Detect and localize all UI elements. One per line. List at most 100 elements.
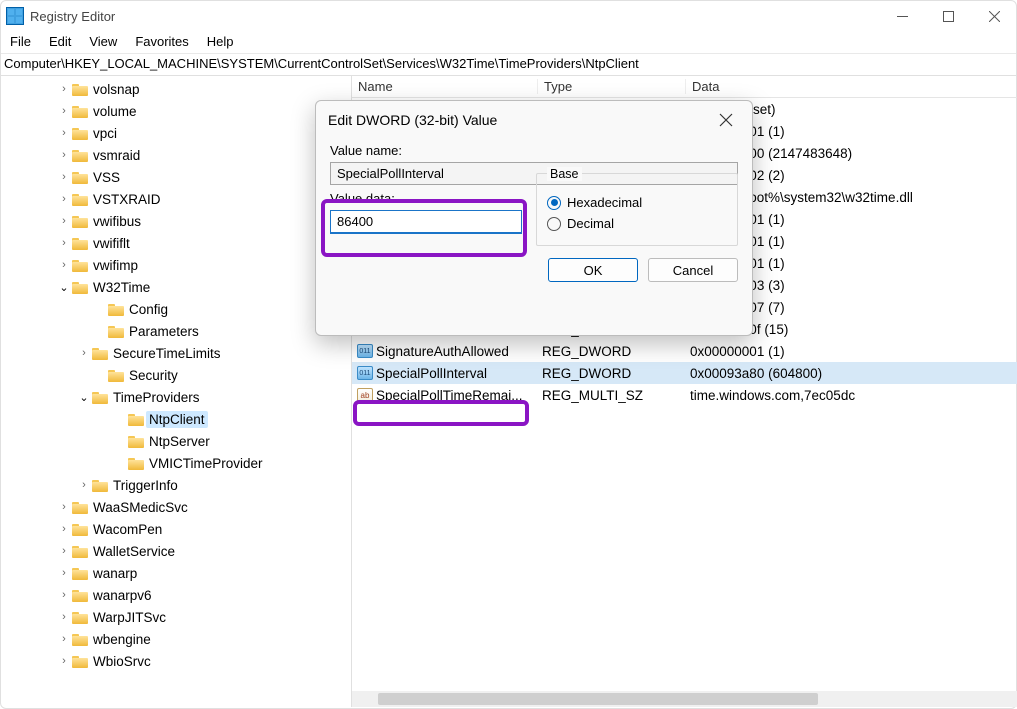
chevron-down-icon[interactable]: ⌄ xyxy=(56,281,72,294)
horizontal-scrollbar[interactable] xyxy=(352,691,1017,707)
tree-item-wacompen[interactable]: ›WacomPen xyxy=(0,518,351,540)
tree-item-security[interactable]: Security xyxy=(0,364,351,386)
folder-icon xyxy=(72,148,90,162)
folder-icon xyxy=(128,434,146,448)
column-header-data[interactable]: Data xyxy=(686,79,1017,94)
string-value-icon: ab xyxy=(356,387,374,403)
folder-icon xyxy=(72,214,90,228)
tree-item-vmictimeprovider[interactable]: VMICTimeProvider xyxy=(0,452,351,474)
dialog-close-button[interactable] xyxy=(712,109,740,131)
folder-icon xyxy=(72,170,90,184)
folder-icon xyxy=(72,522,90,536)
folder-icon xyxy=(72,544,90,558)
folder-icon xyxy=(108,368,126,382)
dword-value-icon: 011 xyxy=(356,365,374,381)
folder-icon xyxy=(72,258,90,272)
chevron-right-icon[interactable]: › xyxy=(56,633,72,645)
chevron-right-icon[interactable]: › xyxy=(56,105,72,117)
folder-icon xyxy=(72,280,90,294)
tree-panel[interactable]: ›volsnap ›volume ›vpci ›vsmraid ›VSS ›VS… xyxy=(0,76,352,707)
chevron-right-icon[interactable]: › xyxy=(56,171,72,183)
tree-item-wanarp[interactable]: ›wanarp xyxy=(0,562,351,584)
chevron-right-icon[interactable]: › xyxy=(76,347,92,359)
folder-icon xyxy=(72,632,90,646)
tree-item-wbengine[interactable]: ›wbengine xyxy=(0,628,351,650)
value-name-label: Value name: xyxy=(316,139,752,160)
radio-hexadecimal[interactable]: Hexadecimal xyxy=(547,195,727,210)
folder-icon xyxy=(72,500,90,514)
tree-item-volsnap[interactable]: ›volsnap xyxy=(0,78,351,100)
tree-item-w32time[interactable]: ⌄W32Time xyxy=(0,276,351,298)
chevron-right-icon[interactable]: › xyxy=(56,589,72,601)
tree-item-config[interactable]: Config xyxy=(0,298,351,320)
ok-button[interactable]: OK xyxy=(548,258,638,282)
list-header: Name Type Data xyxy=(352,76,1017,98)
list-item-specialpollinterval[interactable]: 011SpecialPollIntervalREG_DWORD0x00093a8… xyxy=(352,362,1017,384)
tree-item-vss[interactable]: ›VSS xyxy=(0,166,351,188)
chevron-right-icon[interactable]: › xyxy=(56,259,72,271)
radio-checked-icon xyxy=(547,196,561,210)
folder-icon xyxy=(108,324,126,338)
folder-icon xyxy=(72,566,90,580)
radio-decimal[interactable]: Decimal xyxy=(547,216,727,231)
tree-item-vstxraid[interactable]: ›VSTXRAID xyxy=(0,188,351,210)
tree-item-wanarpv6[interactable]: ›wanarpv6 xyxy=(0,584,351,606)
chevron-right-icon[interactable]: › xyxy=(56,215,72,227)
base-group: Base Hexadecimal Decimal xyxy=(536,173,738,246)
column-header-name[interactable]: Name xyxy=(352,79,538,94)
list-item[interactable]: abSpecialPollTimeRemai...REG_MULTI_SZtim… xyxy=(352,384,1017,406)
base-group-label: Base xyxy=(547,167,582,181)
tree-item-warpjitsvc[interactable]: ›WarpJITSvc xyxy=(0,606,351,628)
tree-item-wbiosrvc[interactable]: ›WbioSrvc xyxy=(0,650,351,672)
tree-item-volume[interactable]: ›volume xyxy=(0,100,351,122)
chevron-right-icon[interactable]: › xyxy=(56,611,72,623)
dword-value-icon: 011 xyxy=(356,343,374,359)
chevron-right-icon[interactable]: › xyxy=(56,237,72,249)
cancel-button[interactable]: Cancel xyxy=(648,258,738,282)
dialog-title: Edit DWORD (32-bit) Value xyxy=(328,112,497,128)
scrollbar-thumb[interactable] xyxy=(378,693,818,705)
folder-icon xyxy=(92,346,110,360)
folder-icon xyxy=(72,588,90,602)
folder-icon xyxy=(108,302,126,316)
folder-icon xyxy=(92,390,110,404)
chevron-right-icon[interactable]: › xyxy=(56,523,72,535)
folder-icon xyxy=(72,192,90,206)
tree-item-vsmraid[interactable]: ›vsmraid xyxy=(0,144,351,166)
chevron-right-icon[interactable]: › xyxy=(56,655,72,667)
tree-item-ntpclient[interactable]: NtpClient xyxy=(0,408,351,430)
chevron-right-icon[interactable]: › xyxy=(56,567,72,579)
chevron-right-icon[interactable]: › xyxy=(56,127,72,139)
folder-icon xyxy=(92,478,110,492)
column-header-type[interactable]: Type xyxy=(538,79,686,94)
folder-icon xyxy=(72,654,90,668)
folder-icon xyxy=(72,126,90,140)
tree-item-waasmedicsvc[interactable]: ›WaaSMedicSvc xyxy=(0,496,351,518)
folder-icon xyxy=(72,236,90,250)
chevron-down-icon[interactable]: ⌄ xyxy=(76,391,92,404)
radio-unchecked-icon xyxy=(547,217,561,231)
tree-item-vwifimp[interactable]: ›vwifimp xyxy=(0,254,351,276)
tree-item-ntpserver[interactable]: NtpServer xyxy=(0,430,351,452)
chevron-right-icon[interactable]: › xyxy=(56,149,72,161)
edit-dword-dialog: Edit DWORD (32-bit) Value Value name: Sp… xyxy=(315,100,753,336)
tree-item-vpci[interactable]: ›vpci xyxy=(0,122,351,144)
tree-item-vwififlt[interactable]: ›vwififlt xyxy=(0,232,351,254)
chevron-right-icon[interactable]: › xyxy=(56,193,72,205)
chevron-right-icon[interactable]: › xyxy=(56,545,72,557)
tree-item-triggerinfo[interactable]: ›TriggerInfo xyxy=(0,474,351,496)
chevron-right-icon[interactable]: › xyxy=(56,83,72,95)
folder-icon xyxy=(128,456,146,470)
list-item[interactable]: 011SignatureAuthAllowedREG_DWORD0x000000… xyxy=(352,340,1017,362)
tree-item-vwifibus[interactable]: ›vwifibus xyxy=(0,210,351,232)
tree-item-securetimelimits[interactable]: ›SecureTimeLimits xyxy=(0,342,351,364)
tree-item-walletservice[interactable]: ›WalletService xyxy=(0,540,351,562)
value-data-label: Value data: xyxy=(330,191,522,210)
tree-item-timeproviders[interactable]: ⌄TimeProviders xyxy=(0,386,351,408)
chevron-right-icon[interactable]: › xyxy=(56,501,72,513)
value-data-input[interactable] xyxy=(330,210,522,234)
tree-item-parameters[interactable]: Parameters xyxy=(0,320,351,342)
folder-icon xyxy=(72,82,90,96)
chevron-right-icon[interactable]: › xyxy=(76,479,92,491)
folder-icon xyxy=(72,104,90,118)
